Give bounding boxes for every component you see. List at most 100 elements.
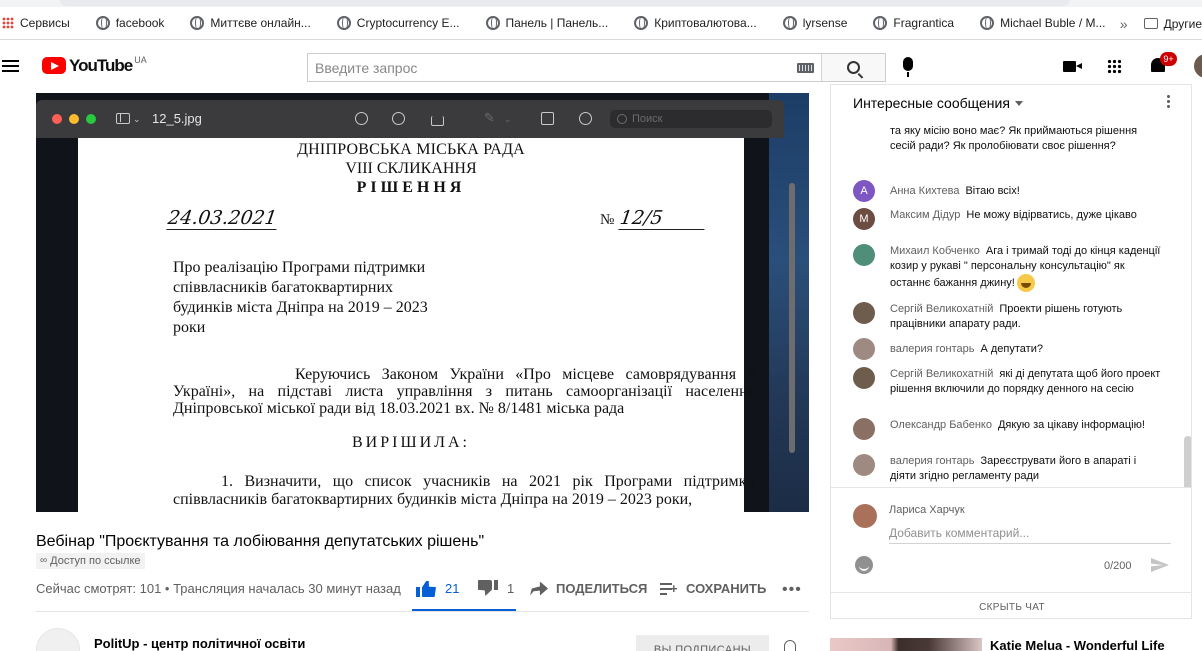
chat-input-area: Лариса Харчук 0/200 СКРЫТЬ ЧАТ [831,487,1191,618]
viewer-search-field: Поиск [610,110,772,128]
decision-number: 12/5 [618,207,708,230]
chat-message: Михаил Кобченко Ага і тримай тоді до кінц… [853,244,1163,292]
search-input[interactable] [308,54,789,81]
video-title: Вебінар "Проєктування та лобіювання депу… [36,533,485,550]
chat-message: М Максим Дідур Не можу відірватись, дуже ц… [853,208,1163,230]
chevron-down-icon: ⌄ [504,114,512,124]
chat-message: Сергій Великохатній які ді депутата щоб й… [853,367,1163,397]
message-author: Сергій Великохатній [890,303,994,315]
channel-bell-icon[interactable] [784,640,796,651]
bookmark-crypto-ua[interactable]: Криптовалютова... [632,7,757,40]
my-avatar [853,504,877,528]
bookmark-michael-buble[interactable]: Michael Buble / M... [978,7,1105,40]
preview-window-toolbar: ⌄ 12_5.jpg ✎ ⌄ Поиск [36,100,784,138]
message-text: Не можу відірватись, дуже цікаво [966,209,1137,221]
chat-comment-input[interactable] [889,522,1171,544]
chat-scrollbar[interactable] [1184,436,1191,487]
chat-title: Интересные сообщения [853,95,1010,111]
microphone-icon[interactable] [903,57,913,77]
recommended-video-title[interactable]: Katie Melua - Wonderful Life [990,638,1165,651]
council-heading: ДНІПРОВСЬКА МІСЬКА РАДА [297,141,525,158]
bookmark-label: Сервисы [20,16,70,30]
globe-icon [782,16,797,30]
globe-icon [873,16,888,30]
country-code: UA [134,55,147,65]
youtube-logo[interactable]: YouTube UA [42,55,147,75]
zoom-in-icon [392,112,405,125]
bookmark-label: Криптовалютова... [654,16,757,30]
more-actions-button[interactable]: ••• [782,581,802,599]
caret-down-icon [1014,100,1023,106]
live-chat-panel: Интересные сообщения та яку місію воно м… [830,84,1192,619]
decision-item-1: 1. Визначити, що список учасників на 202… [173,473,755,508]
bookmark-online[interactable]: Миттєве онлайн... [188,7,311,40]
bookmark-fragrantica[interactable]: Fragrantica [871,7,954,40]
access-label: Доступ по ссылке [50,555,141,567]
bookmark-panel[interactable]: Панель | Панель... [484,7,608,40]
bookmark-cryptocurrency[interactable]: Cryptocurrency E... [335,7,460,40]
chat-message: валерия гонтарь А депутати? [853,338,1163,360]
access-badge: ∞ Доступ по ссылке [36,553,145,569]
youtube-play-icon [42,57,66,74]
save-button[interactable]: СОХРАНИТЬ [660,581,766,596]
globe-icon [95,16,110,30]
more-bookmarks-button[interactable]: » [1120,16,1128,32]
apps-icon[interactable] [1107,59,1122,74]
hide-chat-button[interactable]: СКРЫТЬ ЧАТ [831,592,1191,618]
chat-messages[interactable]: та яку місію воно має? Як приймаються рі… [831,118,1191,487]
bookmark-label: Michael Buble / M... [1000,16,1106,30]
search-icon [847,61,860,74]
globe-icon [485,16,500,30]
author-avatar [853,454,875,476]
decision-date: 24.03.2021 [166,207,280,230]
message-text: та яку місію воно має? Як приймаються рі… [890,125,1138,152]
zoom-window-icon [86,114,96,124]
channel-name[interactable]: PolitUp - центр політичної освіти [94,636,305,651]
author-avatar [853,418,875,440]
folder-icon [1143,18,1158,29]
chat-menu-icon[interactable] [1167,94,1170,109]
search-button[interactable] [821,54,885,81]
rotate-icon [541,112,554,125]
chevron-down-icon: ⌄ [133,114,141,124]
subscribed-button[interactable]: ВЫ ПОДПИСАНЫ [636,635,769,651]
bookmark-label: Миттєве онлайн... [210,16,311,30]
other-bookmarks-button[interactable]: Другие [1164,17,1202,31]
share-button[interactable]: ПОДЕЛИТЬСЯ [530,581,647,596]
zoom-out-icon [355,112,368,125]
sidebar-toggle-icon [116,113,130,124]
author-avatar [853,367,875,389]
message-author: Олександр Бабенко [890,419,992,431]
author-avatar [853,338,875,360]
chat-message: Олександр Бабенко Дякую за цікаву інформа… [853,418,1163,440]
bookmark-facebook[interactable]: facebook [94,7,165,40]
like-button[interactable]: 21 [416,580,459,597]
create-video-icon[interactable] [1063,61,1082,72]
message-text: А депутати? [980,343,1043,355]
pen-icon: ✎ [484,110,495,125]
channel-avatar[interactable] [36,628,80,651]
bookmark-label: facebook [115,16,165,30]
bookmark-services[interactable]: Сервисы [0,7,70,40]
bookmark-lyrsense[interactable]: lyrsense [781,7,847,40]
recommended-video-thumbnail[interactable] [830,638,982,651]
document-page: ДНІПРОВСЬКА МІСЬКА РАДА VIII СКЛИКАННЯ Р… [78,138,755,512]
keyboard-icon[interactable] [789,54,821,81]
search-box [307,53,886,82]
file-name: 12_5.jpg [152,111,202,126]
chat-message: та яку місію воно має? Як приймаються рі… [853,124,1163,154]
menu-icon[interactable] [2,60,19,72]
emoji-picker-icon[interactable] [855,556,873,574]
address-bar-edge[interactable] [60,0,1070,6]
bookmark-label: Cryptocurrency E... [356,16,460,30]
scroll-fade [831,118,1191,126]
chat-mode-dropdown[interactable]: Интересные сообщения [853,95,1023,111]
dislike-button[interactable]: 1 [478,580,514,597]
char-counter: 0/200 [1104,560,1132,572]
message-text: Дякую за цікаву інформацію! [997,419,1145,431]
video-player[interactable]: ⌄ 12_5.jpg ✎ ⌄ Поиск ДНІПРОВСЬКА МІСЬКА … [36,93,809,512]
markup-icon [579,112,592,125]
send-icon[interactable] [1151,558,1169,572]
account-avatar[interactable] [1194,54,1202,78]
globe-icon [980,16,995,30]
